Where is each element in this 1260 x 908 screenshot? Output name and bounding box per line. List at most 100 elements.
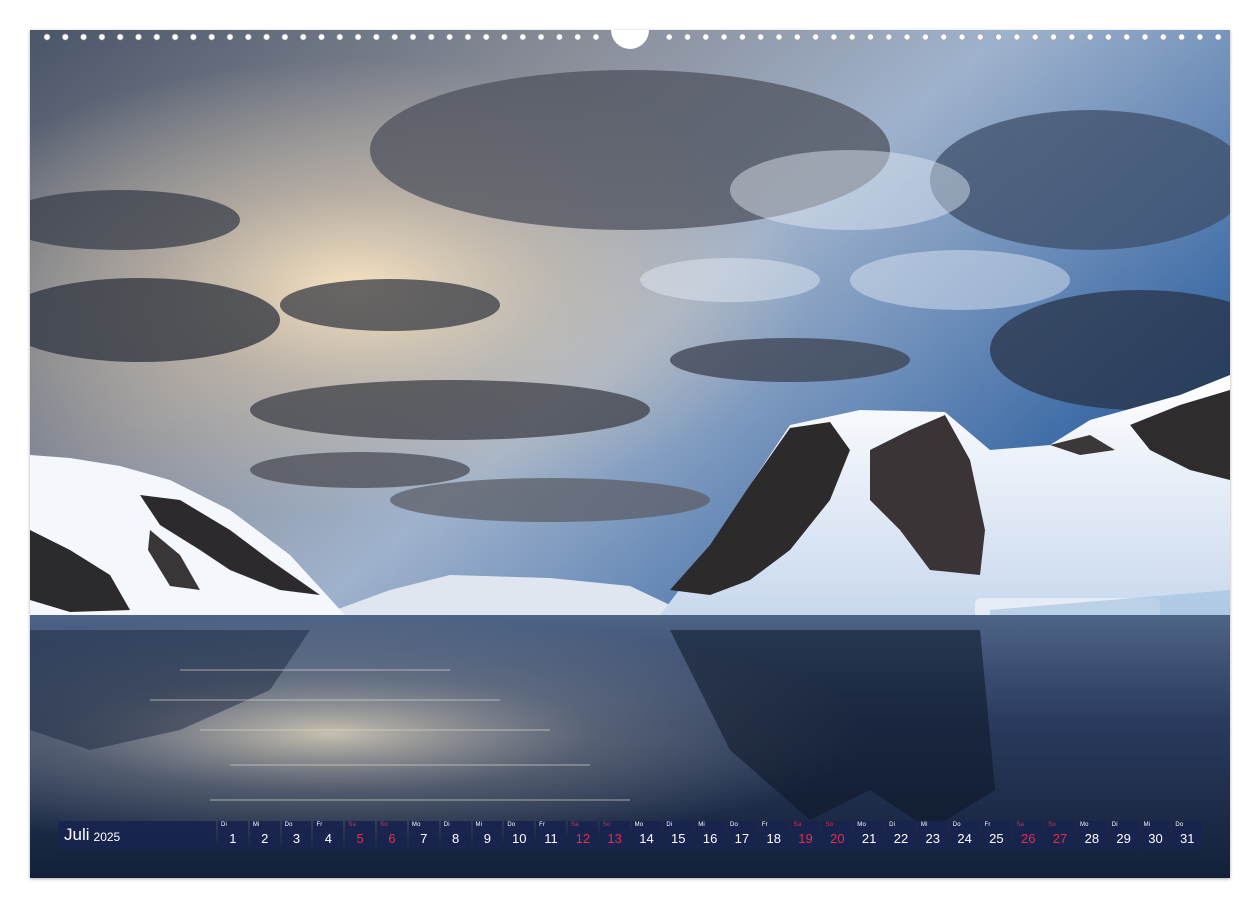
day-weekday: Mi [475, 822, 483, 828]
day-number: 22 [893, 831, 909, 846]
day-weekday: Mo [411, 822, 421, 828]
day-number: 1 [229, 831, 237, 846]
day-number: 24 [957, 831, 972, 846]
day-number: 15 [671, 831, 686, 846]
day-weekday: Do [284, 822, 293, 828]
day-weekday: So [825, 822, 834, 828]
landscape-photo [30, 30, 1230, 878]
day-cell: Mo 14 [631, 821, 662, 849]
day-number: 17 [734, 831, 750, 846]
day-number: 16 [702, 831, 718, 846]
day-weekday: Fr [539, 822, 546, 828]
day-weekday: Sa [1016, 822, 1025, 828]
day-weekday: So [1048, 822, 1056, 828]
day-weekday: Mo [1079, 822, 1089, 828]
day-weekday: Do [1175, 822, 1184, 828]
day-weekday: Mi [920, 822, 928, 828]
day-number: 29 [1116, 831, 1131, 846]
day-weekday: Di [889, 822, 896, 828]
day-cell: Mi 30 [1140, 821, 1171, 849]
day-weekday: Fr [761, 822, 768, 828]
day-number: 3 [292, 831, 301, 846]
day-number: 5 [356, 831, 364, 846]
day-weekday: Di [666, 822, 673, 828]
day-number: 11 [544, 831, 558, 846]
day-cell: Di 22 [886, 821, 916, 849]
month-name: Juli [64, 825, 90, 844]
day-cell: So 27 [1045, 821, 1075, 849]
day-number: 25 [989, 831, 1004, 846]
month-bar: Juli 2025 Di 1 Mi 2 Do 3 Fr 4 Sa 5 So 6 Mo 7 Di 8 Mi 9 Do 1… [58, 821, 1203, 849]
day-weekday: Mi [1143, 822, 1151, 828]
day-cell: Mi 23 [917, 821, 948, 849]
day-number: 19 [798, 831, 813, 846]
day-cell: Fr 18 [758, 821, 789, 849]
day-cell: Mi 16 [695, 821, 725, 849]
day-number: 8 [451, 831, 460, 846]
day-weekday: Mo [634, 822, 644, 828]
day-cell: Mi 9 [472, 821, 503, 849]
day-cell: Do 31 [1172, 821, 1203, 849]
day-number: 20 [830, 831, 845, 846]
day-cell: Do 17 [727, 821, 757, 849]
day-weekday: Do [730, 822, 739, 828]
day-number: 2 [261, 831, 269, 846]
day-weekday: Mo [857, 822, 866, 828]
day-weekday: Do [507, 822, 516, 828]
day-strip: Di 1 Mi 2 Do 3 Fr 4 Sa 5 So 6 Mo 7 Di 8 Mi 9 Do 10 Fr 11 Sa 12 S… [218, 821, 1203, 849]
day-number: 4 [324, 831, 332, 846]
day-cell: Fr 4 [313, 821, 344, 849]
day-cell: Di 1 [218, 821, 248, 849]
day-cell: Sa 5 [345, 821, 376, 849]
calendar-page: Juli 2025 Di 1 Mi 2 Do 3 Fr 4 Sa 5 So 6 Mo 7 Di 8 Mi 9 Do 1… [0, 0, 1260, 908]
day-weekday: Di [1111, 822, 1118, 828]
day-cell: Sa 26 [1013, 821, 1044, 849]
day-number: 31 [1180, 831, 1195, 846]
day-weekday: Sa [793, 822, 802, 828]
day-weekday: Fr [984, 822, 991, 828]
day-number: 7 [420, 831, 428, 846]
day-cell: Mi 2 [249, 821, 280, 849]
day-cell: Sa 19 [790, 821, 821, 849]
day-number: 28 [1084, 831, 1100, 846]
day-cell: Fr 25 [981, 821, 1012, 849]
day-weekday: So [380, 822, 388, 828]
day-weekday: Sa [570, 822, 579, 828]
day-weekday: Sa [348, 822, 356, 828]
day-cell: Di 15 [663, 821, 694, 849]
day-weekday: Mi [252, 822, 260, 828]
day-number: 23 [925, 831, 941, 846]
day-cell: Mo 21 [854, 821, 885, 849]
day-cell: Di 8 [440, 821, 471, 849]
day-number: 9 [483, 831, 492, 846]
day-weekday: Di [221, 822, 228, 828]
month-year: 2025 [93, 829, 121, 844]
day-number: 6 [388, 831, 396, 846]
day-number: 27 [1052, 831, 1068, 846]
day-cell: Sa 12 [567, 821, 598, 849]
day-number: 10 [511, 831, 527, 846]
day-weekday: Fr [316, 822, 323, 828]
day-number: 18 [766, 831, 781, 846]
day-weekday: So [602, 822, 611, 828]
day-weekday: Mi [698, 822, 705, 828]
day-number: 26 [1020, 831, 1036, 846]
day-cell: Mo 28 [1076, 821, 1107, 849]
day-number: 14 [639, 831, 654, 846]
day-weekday: Di [443, 822, 450, 828]
day-cell: Do 3 [281, 821, 312, 849]
day-weekday: Do [952, 822, 961, 828]
day-cell: So 6 [377, 821, 407, 849]
day-cell: Do 10 [504, 821, 535, 849]
day-cell: Mo 7 [408, 821, 439, 849]
day-cell: So 20 [822, 821, 853, 849]
day-cell: Do 24 [949, 821, 980, 849]
day-cell: Fr 11 [536, 821, 566, 849]
day-number: 12 [575, 831, 591, 846]
day-number: 21 [861, 831, 877, 846]
day-number: 13 [607, 831, 622, 846]
day-cell: So 13 [599, 821, 630, 849]
day-number: 30 [1148, 831, 1163, 846]
day-cell: Di 29 [1108, 821, 1139, 849]
month-label: Juli 2025 [58, 821, 216, 849]
